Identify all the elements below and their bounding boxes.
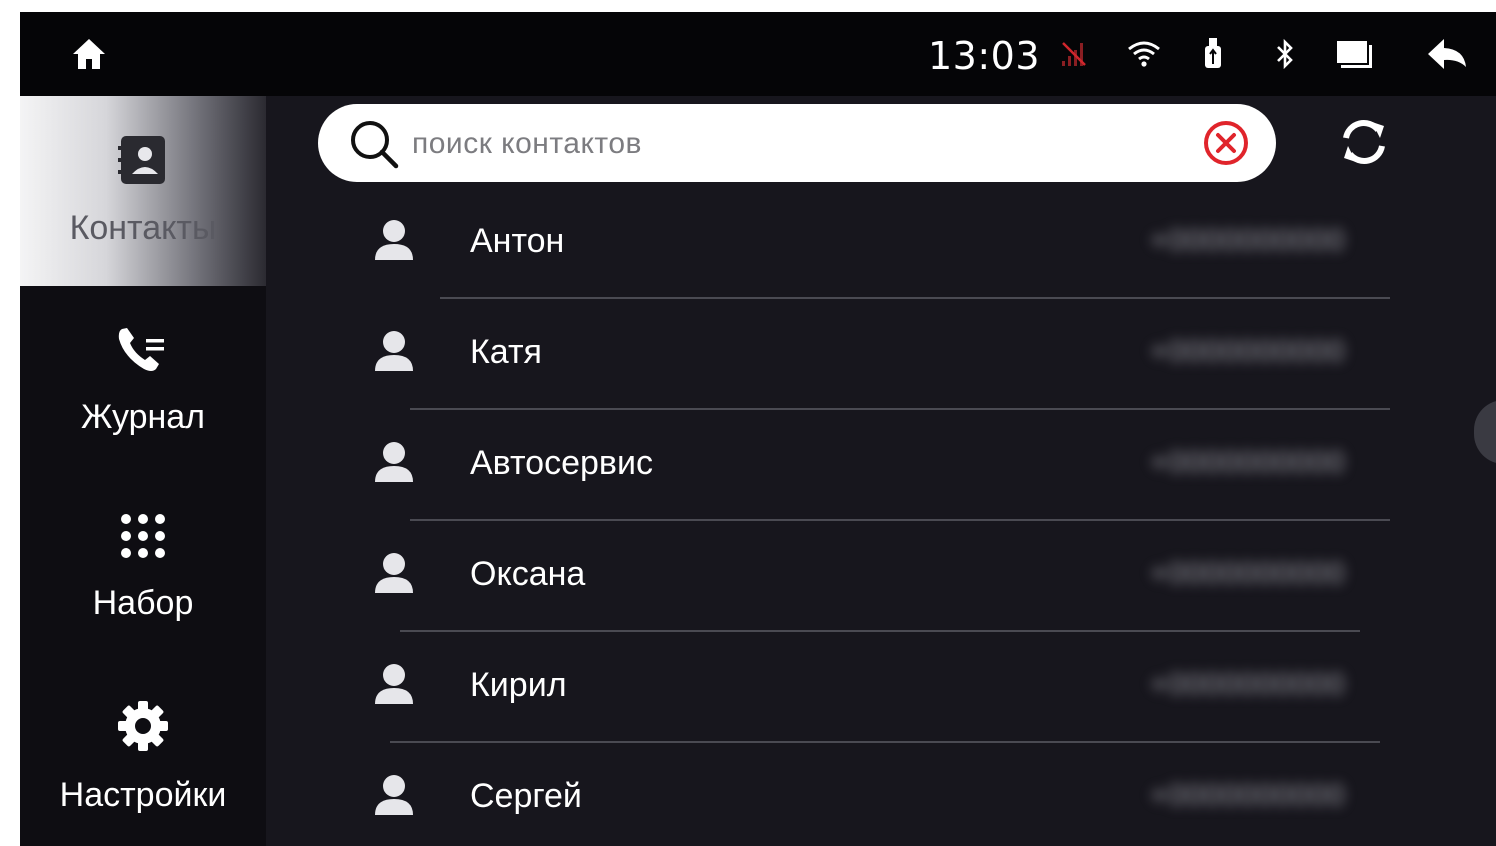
clock: 13:03: [928, 34, 1041, 78]
sidebar-item-settings[interactable]: Настройки: [20, 662, 266, 846]
sidebar-item-contacts[interactable]: Контакты: [20, 96, 266, 286]
sync-button[interactable]: [1338, 116, 1390, 173]
divider: [400, 630, 1360, 632]
sidebar-item-label: Набор: [92, 584, 194, 622]
contact-row[interactable]: Оксана +0000000000: [350, 523, 1450, 633]
search-bar: [318, 104, 1276, 182]
usb-icon: [1198, 12, 1228, 96]
contact-name: Автосервис: [470, 444, 653, 482]
contact-row[interactable]: Сергей +0000000000: [350, 745, 1450, 846]
contacts-screen: 13:03 Контакты Журнал Набор Настройки по…: [20, 12, 1496, 846]
sidebar-item-call-log[interactable]: Журнал: [20, 286, 266, 476]
divider: [390, 741, 1380, 743]
search-icon: [348, 118, 400, 175]
person-icon: [372, 329, 416, 378]
divider: [410, 408, 1390, 410]
divider: [440, 297, 1390, 299]
bluetooth-icon: [1270, 12, 1300, 96]
contact-row[interactable]: Автосервис +0000000000: [350, 412, 1450, 522]
clear-search-button[interactable]: [1202, 119, 1250, 172]
wifi-icon: [1124, 12, 1164, 96]
contact-name: Антон: [470, 222, 565, 260]
contact-phone-redacted: +0000000000: [1150, 446, 1346, 479]
contact-phone-redacted: +0000000000: [1150, 335, 1346, 368]
dialpad-icon: [118, 511, 168, 570]
sidebar-item-label: Журнал: [80, 398, 206, 436]
home-icon[interactable]: [64, 12, 114, 96]
contact-phone-redacted: +0000000000: [1150, 779, 1346, 812]
no-signal-icon: [1056, 12, 1092, 96]
contact-name: Сергей: [470, 777, 582, 815]
divider: [410, 519, 1390, 521]
person-icon: [372, 218, 416, 267]
contact-row[interactable]: Антон +0000000000: [350, 190, 1450, 300]
call-log-icon: [116, 325, 170, 384]
settings-gear-icon: [116, 699, 170, 762]
person-icon: [372, 662, 416, 711]
contacts-book-icon: [118, 134, 168, 195]
person-icon: [372, 551, 416, 600]
contact-row[interactable]: Кирил +0000000000: [350, 634, 1450, 744]
sidebar-item-label: Настройки: [59, 776, 227, 814]
contact-phone-redacted: +0000000000: [1150, 224, 1346, 257]
sidebar-item-dialpad[interactable]: Набор: [20, 472, 266, 662]
sidebar-item-label: Контакты: [69, 209, 217, 247]
contact-phone-redacted: +0000000000: [1150, 557, 1346, 590]
person-icon: [372, 773, 416, 822]
back-icon[interactable]: [1422, 12, 1472, 96]
contact-row[interactable]: Катя +0000000000: [350, 301, 1450, 411]
search-input[interactable]: [410, 122, 1184, 166]
status-bar: 13:03: [20, 12, 1496, 96]
screen-icon[interactable]: [1332, 12, 1376, 96]
contact-name: Оксана: [470, 555, 586, 593]
close-icon: [1204, 121, 1248, 165]
side-drawer-handle[interactable]: [1474, 400, 1496, 464]
contact-name: Кирил: [470, 666, 567, 704]
person-icon: [372, 440, 416, 489]
sync-icon: [1343, 120, 1385, 164]
contact-phone-redacted: +0000000000: [1150, 668, 1346, 701]
contact-name: Катя: [470, 333, 542, 371]
sidebar: Контакты Журнал Набор Настройки: [20, 96, 266, 846]
